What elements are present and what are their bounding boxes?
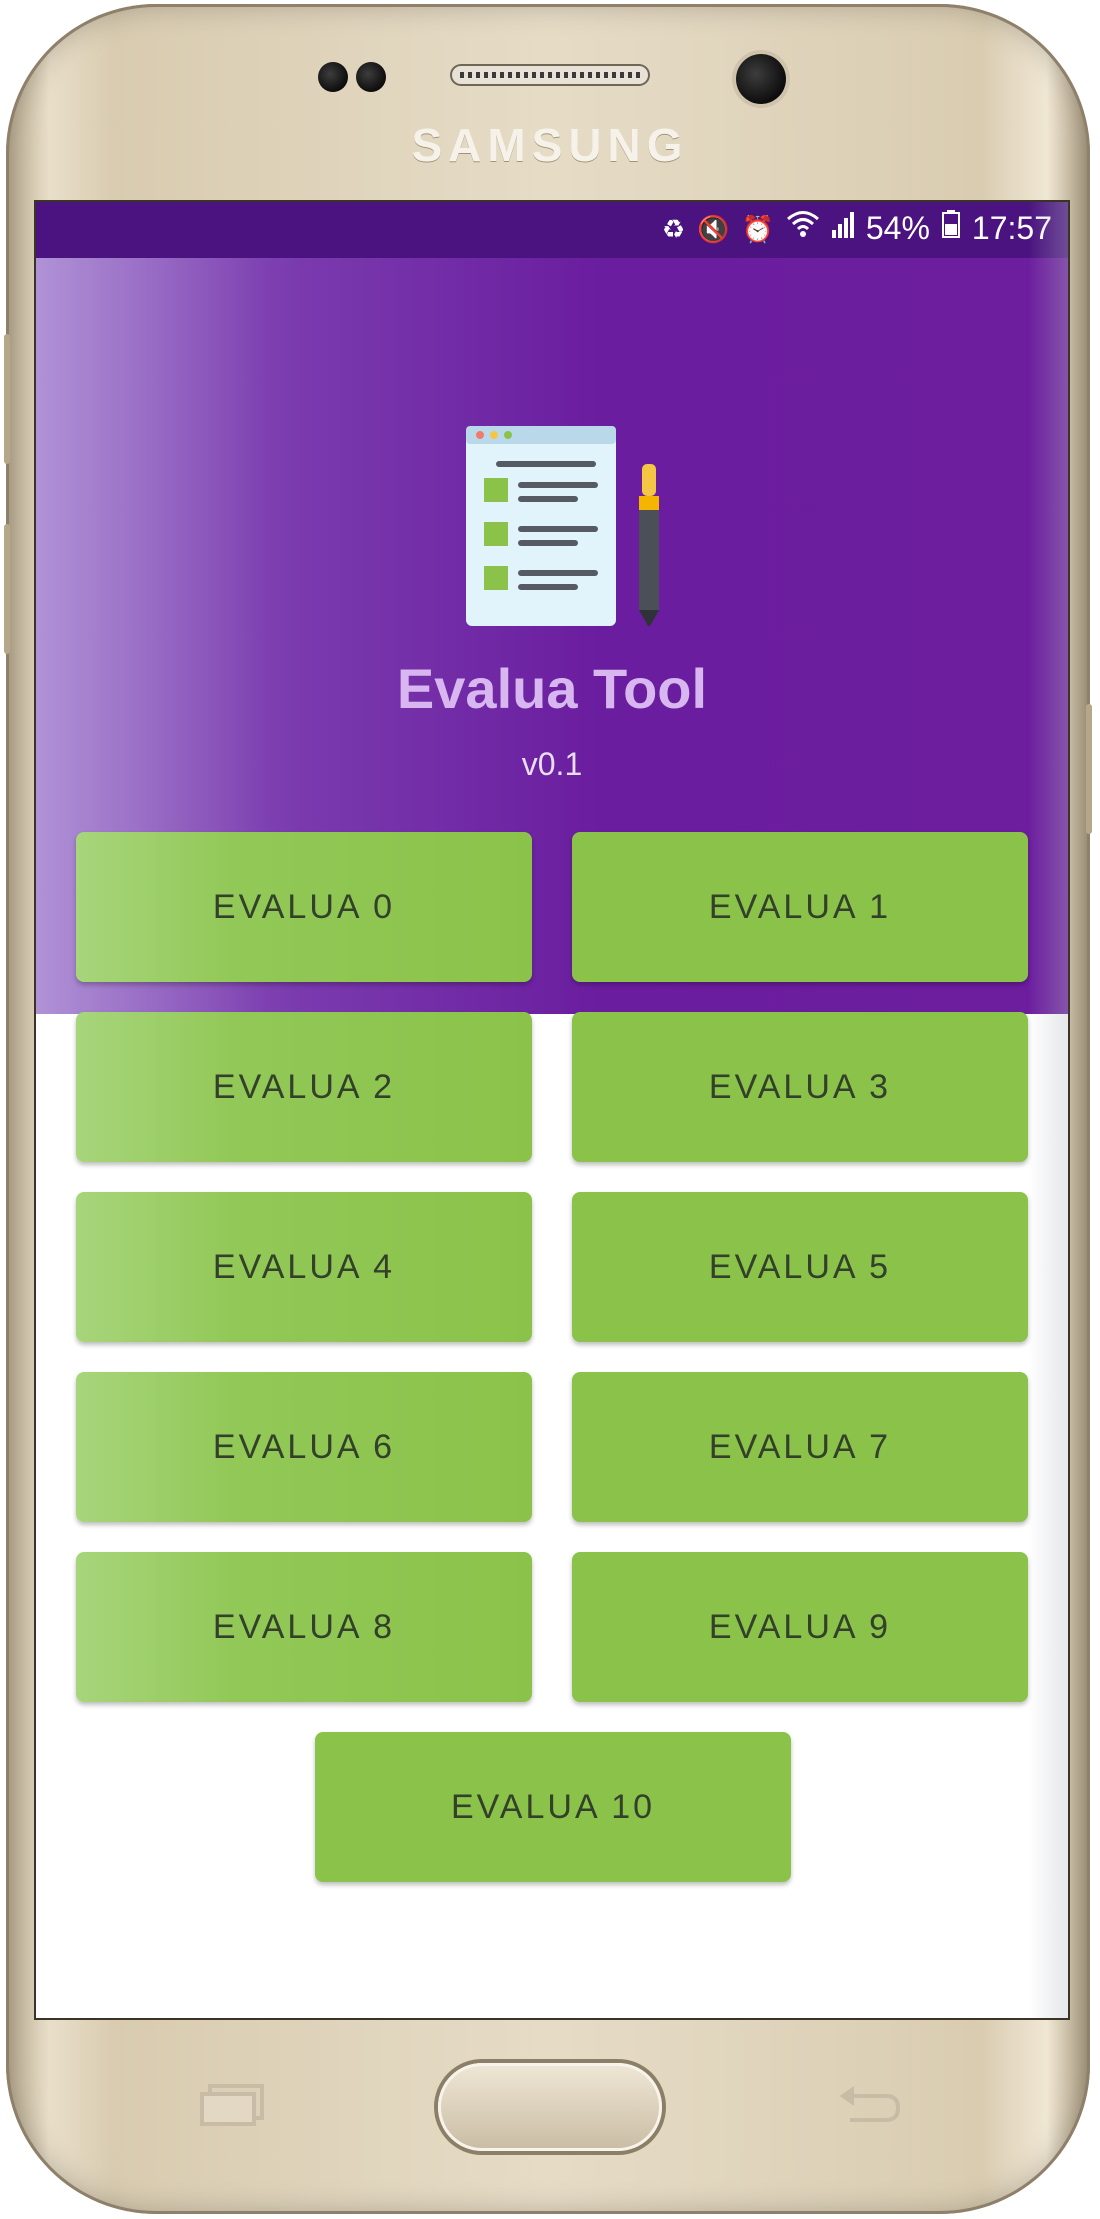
sensor-dot	[318, 62, 348, 92]
evalua-9-button[interactable]: EVALUA 9	[572, 1552, 1028, 1702]
power-button	[1086, 704, 1092, 834]
mute-icon: 🔇	[697, 213, 730, 244]
side-key	[4, 524, 10, 654]
signal-icon	[831, 211, 854, 247]
evalua-1-button[interactable]: EVALUA 1	[572, 832, 1028, 982]
status-bar: ♻ 🔇 ⏰ 54% 17:57	[36, 202, 1068, 258]
evalua-8-button[interactable]: EVALUA 8	[76, 1552, 532, 1702]
front-camera-icon	[736, 54, 786, 104]
battery-icon	[941, 210, 960, 247]
brand-logo: SAMSUNG	[411, 119, 689, 171]
evalua-2-button[interactable]: EVALUA 2	[76, 1012, 532, 1162]
wifi-icon	[786, 210, 820, 247]
clock: 17:57	[971, 210, 1052, 246]
earpiece-speaker	[450, 64, 650, 86]
sync-icon: ♻	[661, 213, 686, 244]
evalua-3-button[interactable]: EVALUA 3	[572, 1012, 1028, 1162]
evalua-0-button[interactable]: EVALUA 0	[76, 832, 532, 982]
alarm-icon: ⏰	[741, 213, 774, 244]
evalua-10-button[interactable]: EVALUA 10	[315, 1732, 791, 1882]
sensor-dot	[356, 62, 386, 92]
app-screen: ♻ 🔇 ⏰ 54% 17:57 Evalua Tool v0.1 EVALUA …	[34, 200, 1070, 2020]
checklist-pen-icon	[466, 426, 659, 626]
app-version: v0.1	[521, 746, 583, 782]
battery-percent: 54%	[865, 210, 930, 246]
home-button[interactable]	[438, 2063, 662, 2151]
evalua-6-button[interactable]: EVALUA 6	[76, 1372, 532, 1522]
evalua-5-button[interactable]: EVALUA 5	[572, 1192, 1028, 1342]
app-title: Evalua Tool	[396, 657, 708, 720]
back-icon[interactable]	[836, 2082, 906, 2128]
status-icons: ♻ 🔇 ⏰ 54% 17:57	[662, 210, 1052, 247]
evalua-4-button[interactable]: EVALUA 4	[76, 1192, 532, 1342]
volume-button	[4, 334, 10, 464]
recent-apps-icon[interactable]	[198, 2082, 268, 2128]
evalua-7-button[interactable]: EVALUA 7	[572, 1372, 1028, 1522]
